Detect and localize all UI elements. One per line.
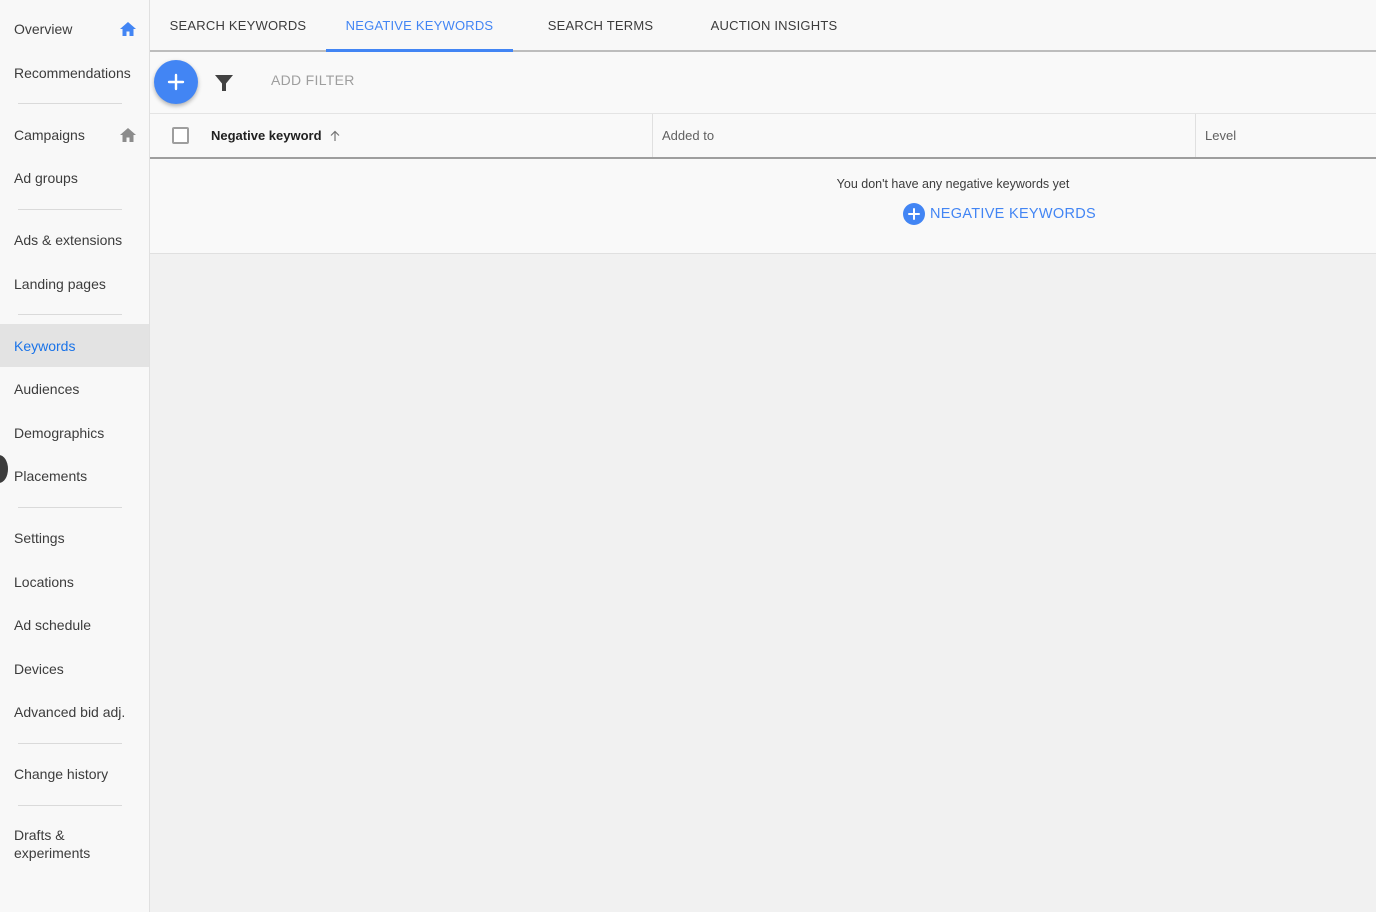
empty-state: You don't have any negative keywords yet… bbox=[150, 159, 1376, 254]
sidebar-item-drafts-experiments[interactable]: Drafts & experiments bbox=[0, 818, 149, 870]
tab-search-keywords[interactable]: SEARCH KEYWORDS bbox=[150, 0, 326, 50]
sidebar-item-label: Placements bbox=[14, 467, 88, 484]
sidebar-item-label-line2: experiments bbox=[14, 845, 91, 861]
tab-bar: SEARCH KEYWORDS NEGATIVE KEYWORDS SEARCH… bbox=[150, 0, 1376, 52]
add-button[interactable] bbox=[154, 60, 198, 104]
sidebar-item-change-history[interactable]: Change history bbox=[0, 752, 149, 795]
sidebar-item-settings[interactable]: Settings bbox=[0, 516, 149, 559]
sidebar-item-label: Overview bbox=[14, 20, 73, 37]
sidebar-item-label: Settings bbox=[14, 529, 65, 546]
sidebar-item-devices[interactable]: Devices bbox=[0, 647, 149, 690]
sidebar-divider bbox=[18, 743, 122, 744]
home-icon bbox=[120, 21, 136, 36]
add-negative-keywords-button[interactable]: NEGATIVE KEYWORDS bbox=[903, 203, 1096, 225]
sidebar-item-ad-schedule[interactable]: Ad schedule bbox=[0, 603, 149, 646]
sidebar-item-overview[interactable]: Overview bbox=[0, 7, 149, 50]
sidebar-item-label: Drafts & experiments bbox=[14, 826, 90, 862]
column-label: Negative keyword bbox=[211, 128, 322, 143]
column-header-level[interactable]: Level bbox=[1205, 114, 1236, 157]
plus-icon bbox=[167, 73, 185, 91]
sidebar-item-label: Ad groups bbox=[14, 169, 78, 186]
column-separator bbox=[652, 114, 653, 157]
sidebar-divider bbox=[18, 507, 122, 508]
sidebar-item-demographics[interactable]: Demographics bbox=[0, 411, 149, 454]
sidebar-divider bbox=[18, 209, 122, 210]
column-header-added-to[interactable]: Added to bbox=[662, 114, 714, 157]
filter-icon[interactable] bbox=[214, 74, 234, 92]
tab-label: SEARCH KEYWORDS bbox=[169, 17, 307, 33]
app-root: Overview Recommendations Campaigns Ad gr… bbox=[0, 0, 1376, 912]
sidebar-item-label: Campaigns bbox=[14, 126, 85, 143]
sidebar-item-label: Ads & extensions bbox=[14, 231, 123, 248]
tab-search-terms[interactable]: SEARCH TERMS bbox=[513, 0, 688, 50]
sidebar-item-ads-extensions[interactable]: Ads & extensions bbox=[0, 218, 149, 261]
sidebar-item-locations[interactable]: Locations bbox=[0, 560, 149, 603]
sidebar-item-keywords[interactable]: Keywords bbox=[0, 324, 149, 367]
sidebar-divider bbox=[18, 314, 122, 315]
empty-state-message: You don't have any negative keywords yet bbox=[836, 177, 1070, 191]
select-all-checkbox[interactable] bbox=[172, 127, 189, 144]
tab-label: SEARCH TERMS bbox=[547, 17, 654, 33]
sidebar-item-recommendations[interactable]: Recommendations bbox=[0, 51, 149, 94]
sidebar-item-label: Recommendations bbox=[14, 64, 131, 81]
tab-label: AUCTION INSIGHTS bbox=[710, 17, 838, 33]
column-label: Level bbox=[1205, 128, 1237, 143]
tab-negative-keywords[interactable]: NEGATIVE KEYWORDS bbox=[326, 0, 513, 52]
sidebar-item-label: Audiences bbox=[14, 380, 80, 397]
sidebar: Overview Recommendations Campaigns Ad gr… bbox=[0, 0, 150, 912]
sidebar-item-campaigns[interactable]: Campaigns bbox=[0, 113, 149, 156]
sidebar-item-advanced-bid-adj[interactable]: Advanced bid adj. bbox=[0, 690, 149, 733]
sidebar-item-label: Landing pages bbox=[14, 275, 106, 292]
sidebar-divider bbox=[18, 805, 122, 806]
add-negative-keywords-label: NEGATIVE KEYWORDS bbox=[930, 206, 1096, 222]
sidebar-item-label: Change history bbox=[14, 765, 109, 782]
tab-auction-insights[interactable]: AUCTION INSIGHTS bbox=[688, 0, 860, 50]
home-icon bbox=[120, 127, 136, 142]
sidebar-item-label: Advanced bid adj. bbox=[14, 703, 126, 720]
sidebar-item-placements[interactable]: Placements bbox=[0, 454, 149, 497]
sidebar-item-label: Locations bbox=[14, 573, 74, 590]
column-header-negative-keyword[interactable]: Negative keyword bbox=[211, 114, 341, 157]
sidebar-item-label: Devices bbox=[14, 660, 64, 677]
sidebar-item-label: Keywords bbox=[14, 337, 76, 354]
table-header: Negative keyword Added to Level bbox=[150, 114, 1376, 159]
sort-ascending-icon bbox=[330, 130, 339, 141]
add-circle-icon bbox=[903, 203, 925, 225]
add-filter-button[interactable]: ADD FILTER bbox=[271, 72, 355, 88]
sidebar-divider bbox=[18, 103, 122, 104]
sidebar-item-label: Demographics bbox=[14, 424, 105, 441]
column-separator bbox=[1195, 114, 1196, 157]
sidebar-item-landing-pages[interactable]: Landing pages bbox=[0, 262, 149, 305]
sidebar-item-audiences[interactable]: Audiences bbox=[0, 367, 149, 410]
sidebar-item-label: Ad schedule bbox=[14, 616, 92, 633]
tab-label: NEGATIVE KEYWORDS bbox=[345, 17, 494, 33]
sidebar-item-ad-groups[interactable]: Ad groups bbox=[0, 156, 149, 199]
column-label: Added to bbox=[662, 128, 715, 143]
sidebar-item-label-line1: Drafts & bbox=[14, 827, 65, 843]
filter-bar: ADD FILTER bbox=[150, 52, 1376, 114]
